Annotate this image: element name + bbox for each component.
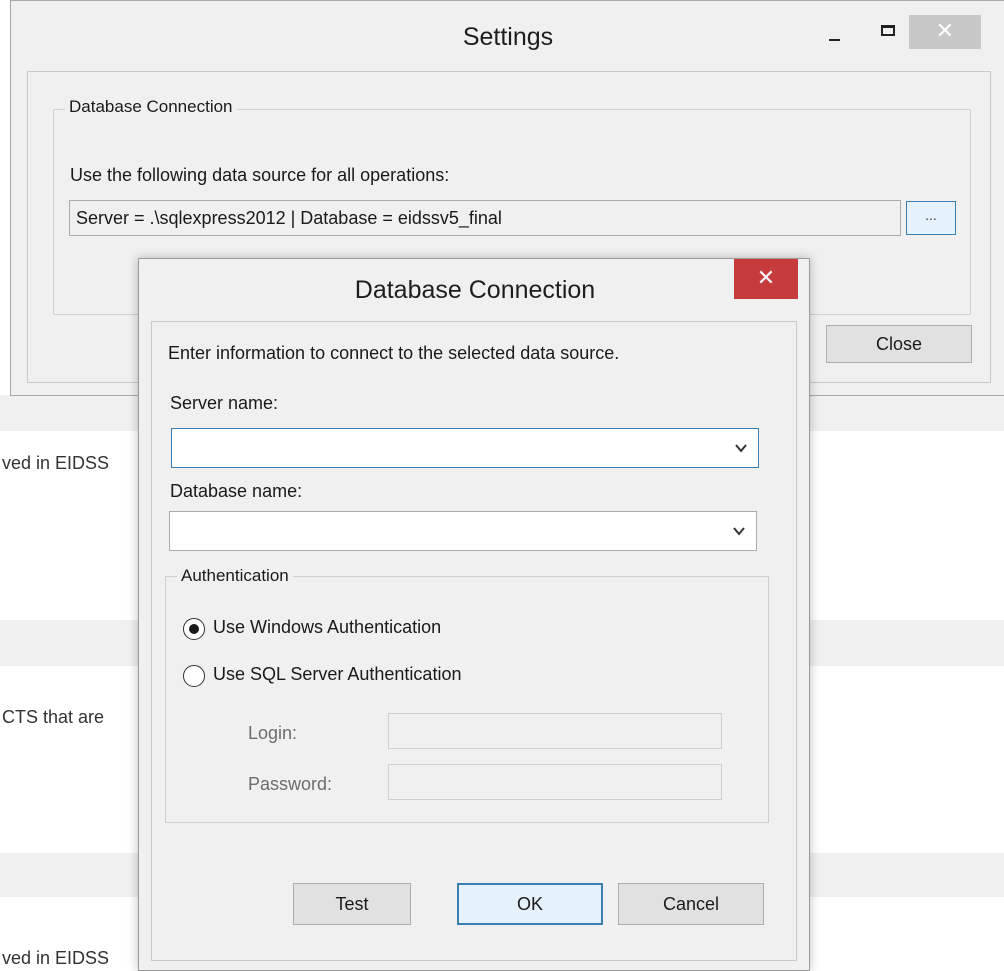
- dialog-close-icon[interactable]: ✕: [734, 259, 798, 299]
- windows-auth-label[interactable]: Use Windows Authentication: [213, 617, 441, 638]
- login-input: [388, 713, 722, 749]
- background-text: ved in EIDSS: [2, 948, 110, 968]
- minimize-button[interactable]: [819, 15, 849, 51]
- browse-data-source-button[interactable]: ...: [906, 201, 956, 235]
- database-connection-group-legend: Database Connection: [65, 97, 237, 117]
- test-button[interactable]: Test: [293, 883, 411, 925]
- password-label: Password:: [248, 774, 333, 794]
- settings-close-button[interactable]: Close: [826, 325, 972, 363]
- login-label: Login:: [248, 723, 298, 743]
- windows-auth-radio[interactable]: [183, 618, 205, 640]
- password-input: [388, 764, 722, 800]
- maximize-button[interactable]: [873, 15, 903, 51]
- sql-auth-radio[interactable]: [183, 665, 205, 687]
- ok-button[interactable]: OK: [457, 883, 603, 925]
- data-source-field[interactable]: Server = .\sqlexpress2012 | Database = e…: [69, 200, 901, 236]
- database-connection-dialog: Database Connection ✕ Enter information …: [138, 258, 810, 971]
- data-source-description: Use the following data source for all op…: [70, 165, 450, 185]
- server-name-combobox[interactable]: [171, 428, 759, 468]
- sql-auth-label[interactable]: Use SQL Server Authentication: [213, 664, 461, 685]
- dialog-intro-text: Enter information to connect to the sele…: [168, 343, 620, 363]
- chevron-down-icon[interactable]: [734, 441, 748, 455]
- server-name-label: Server name:: [170, 393, 279, 413]
- background-text: CTS that are: [2, 707, 105, 727]
- settings-close-icon[interactable]: ✕: [909, 15, 981, 49]
- database-name-combobox[interactable]: [169, 511, 757, 551]
- chevron-down-icon[interactable]: [732, 524, 746, 538]
- background-text: ved in EIDSS: [2, 453, 110, 473]
- settings-window-title: Settings: [462, 23, 554, 51]
- dialog-title: Database Connection: [354, 276, 596, 304]
- cancel-button[interactable]: Cancel: [618, 883, 764, 925]
- authentication-group-legend: Authentication: [177, 566, 293, 586]
- database-name-label: Database name:: [170, 481, 303, 501]
